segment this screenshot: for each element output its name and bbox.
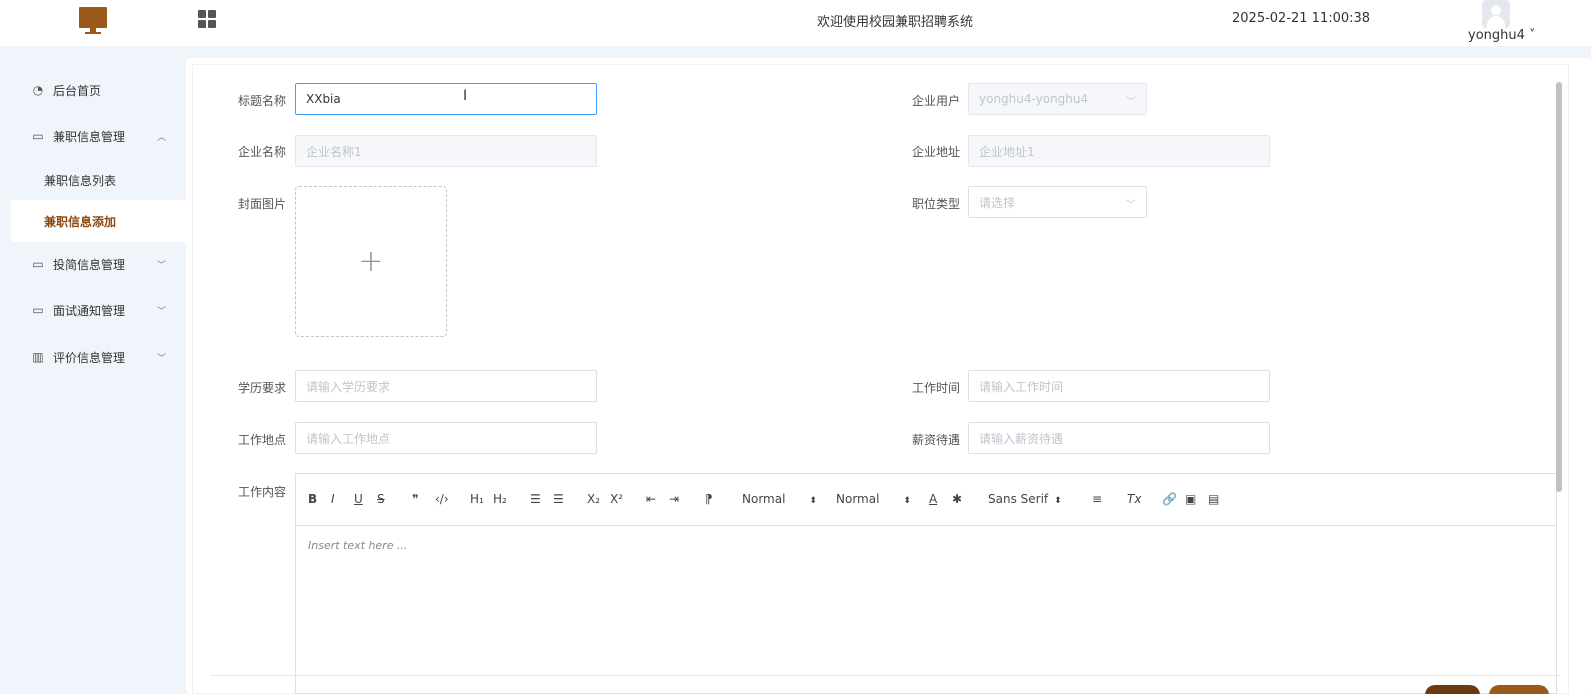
- education-input[interactable]: 请输入学历要求: [295, 370, 597, 402]
- clock-icon: ◔: [32, 83, 44, 97]
- work-time-label: 工作时间: [912, 381, 961, 395]
- background-color-icon[interactable]: ✱: [952, 492, 962, 506]
- site-title: 欢迎使用校园兼职招聘系统: [816, 15, 973, 30]
- sidebar-item-job-add[interactable]: 兼职信息添加: [11, 200, 186, 242]
- updown-arrow-icon: ⬍: [903, 496, 911, 506]
- sidebar-item-label: 投简信息管理: [53, 257, 126, 272]
- sidebar-item-label: 兼职信息管理: [53, 129, 126, 144]
- sidebar-item-label: 兼职信息添加: [44, 214, 117, 229]
- plus-icon: +: [358, 244, 384, 279]
- cancel-button[interactable]: [1489, 685, 1549, 694]
- ordered-list-icon[interactable]: ☰: [530, 492, 541, 506]
- education-label: 学历要求: [238, 381, 287, 395]
- job-type-label: 职位类型: [912, 197, 961, 211]
- bullet-list-icon[interactable]: ☰: [553, 492, 564, 506]
- company-address-input[interactable]: 企业地址1: [968, 135, 1270, 167]
- sidebar-item-home[interactable]: ◔ 后台首页: [11, 69, 186, 111]
- sidebar-item-interview-management[interactable]: ▭ 面试通知管理 ﹀: [11, 289, 186, 331]
- sidebar-item-resume-management[interactable]: ▭ 投简信息管理 ﹀: [11, 243, 186, 285]
- chevron-down-icon: ﹀: [1126, 97, 1136, 108]
- blockquote-icon[interactable]: ❞: [412, 492, 418, 506]
- editor-toolbar: B I U S ❞ ‹/› H₁ H₂ ☰ ☰ X₂ X² ⇤ ⇥ ⁋ Norm…: [296, 474, 1556, 526]
- card-icon: ▭: [32, 257, 44, 271]
- video-icon[interactable]: ▤: [1208, 492, 1219, 506]
- editor-content-area[interactable]: Insert text here ...: [296, 526, 1556, 693]
- title-label: 标题名称: [238, 94, 287, 108]
- sidebar-item-label: 评价信息管理: [53, 350, 126, 365]
- apps-grid-icon[interactable]: [198, 10, 216, 28]
- sidebar-item-label: 面试通知管理: [53, 303, 126, 318]
- current-datetime: 2025-02-21 11:00:38: [1232, 11, 1371, 26]
- text-color-icon[interactable]: A: [929, 492, 937, 506]
- salary-label: 薪资待遇: [912, 433, 961, 447]
- job-type-select[interactable]: 请选择 ﹀: [968, 186, 1147, 218]
- top-header: 欢迎使用校园兼职招聘系统 2025-02-21 11:00:38 yonghu4…: [0, 0, 1591, 46]
- indent-icon[interactable]: ⇥: [669, 492, 679, 506]
- salary-input[interactable]: 请输入薪资待遇: [968, 422, 1270, 454]
- text-cursor-icon: I: [463, 88, 468, 104]
- work-time-input[interactable]: 请输入工作时间: [968, 370, 1270, 402]
- vertical-scrollbar[interactable]: [1556, 82, 1562, 492]
- chevron-down-icon: ﹀: [156, 306, 166, 317]
- header-1-button[interactable]: H₁: [470, 492, 484, 506]
- chevron-down-icon: ﹀: [156, 260, 166, 271]
- content-label: 工作内容: [238, 485, 287, 499]
- chevron-down-icon: ﹀: [156, 353, 166, 364]
- subscript-button[interactable]: X₂: [587, 492, 600, 506]
- chart-icon: ▥: [32, 350, 44, 364]
- chevron-up-icon: ︿: [156, 132, 166, 143]
- superscript-button[interactable]: X²: [610, 492, 623, 506]
- sidebar-item-label: 后台首页: [53, 83, 102, 98]
- user-menu[interactable]: yonghu4 ˅: [1462, 0, 1562, 46]
- location-label: 工作地点: [238, 433, 287, 447]
- company-name-label: 企业名称: [238, 145, 287, 159]
- sidebar-item-job-management[interactable]: ▭ 兼职信息管理 ︿: [11, 115, 186, 157]
- code-block-icon[interactable]: ‹/›: [435, 492, 449, 506]
- rich-text-editor: B I U S ❞ ‹/› H₁ H₂ ☰ ☰ X₂ X² ⇤ ⇥ ⁋ Norm…: [295, 473, 1557, 694]
- editor-placeholder: Insert text here ...: [308, 539, 408, 552]
- company-user-label: 企业用户: [912, 94, 961, 108]
- align-icon[interactable]: ≡: [1092, 492, 1102, 506]
- link-icon[interactable]: 🔗: [1162, 492, 1177, 506]
- header-select[interactable]: Normal ⬍: [836, 492, 911, 506]
- sidebar-item-label: 兼职信息列表: [44, 173, 117, 188]
- sidebar: ◔ 后台首页 ▭ 兼职信息管理 ︿ 兼职信息列表 兼职信息添加 ▭ 投简信息管理…: [0, 46, 186, 694]
- bold-button[interactable]: B: [308, 492, 317, 506]
- cover-image-uploader[interactable]: +: [295, 186, 447, 337]
- divider: [210, 675, 1560, 676]
- size-select[interactable]: Normal ⬍: [742, 492, 817, 506]
- company-address-label: 企业地址: [912, 145, 961, 159]
- italic-button[interactable]: I: [331, 492, 335, 506]
- sidebar-item-job-list[interactable]: 兼职信息列表: [11, 159, 186, 201]
- updown-arrow-icon: ⬍: [1054, 496, 1062, 506]
- card-icon: ▭: [32, 129, 44, 143]
- font-select[interactable]: Sans Serif ⬍: [988, 492, 1062, 506]
- text-direction-icon[interactable]: ⁋: [705, 492, 713, 506]
- cover-image-label: 封面图片: [238, 197, 287, 211]
- company-user-select[interactable]: yonghu4-yonghu4 ﹀: [968, 83, 1147, 115]
- company-name-input[interactable]: 企业名称1: [295, 135, 597, 167]
- title-input[interactable]: XXbia I: [295, 83, 597, 115]
- clean-format-icon[interactable]: Tx: [1127, 492, 1141, 506]
- underline-button[interactable]: U: [354, 492, 363, 506]
- updown-arrow-icon: ⬍: [809, 496, 817, 506]
- username: yonghu4 ˅: [1468, 28, 1536, 43]
- image-icon[interactable]: ▣: [1185, 492, 1196, 506]
- sidebar-item-review-management[interactable]: ▥ 评价信息管理 ﹀: [11, 336, 186, 378]
- chevron-down-icon: ﹀: [1126, 200, 1136, 211]
- strike-button[interactable]: S: [377, 492, 385, 506]
- location-input[interactable]: 请输入工作地点: [295, 422, 597, 454]
- card-icon: ▭: [32, 303, 44, 317]
- submit-button[interactable]: [1425, 685, 1480, 694]
- avatar: [1482, 0, 1510, 28]
- outdent-icon[interactable]: ⇤: [646, 492, 656, 506]
- monitor-logo-icon: [79, 7, 107, 34]
- chevron-down-icon: ˅: [1529, 28, 1536, 43]
- header-2-button[interactable]: H₂: [493, 492, 507, 506]
